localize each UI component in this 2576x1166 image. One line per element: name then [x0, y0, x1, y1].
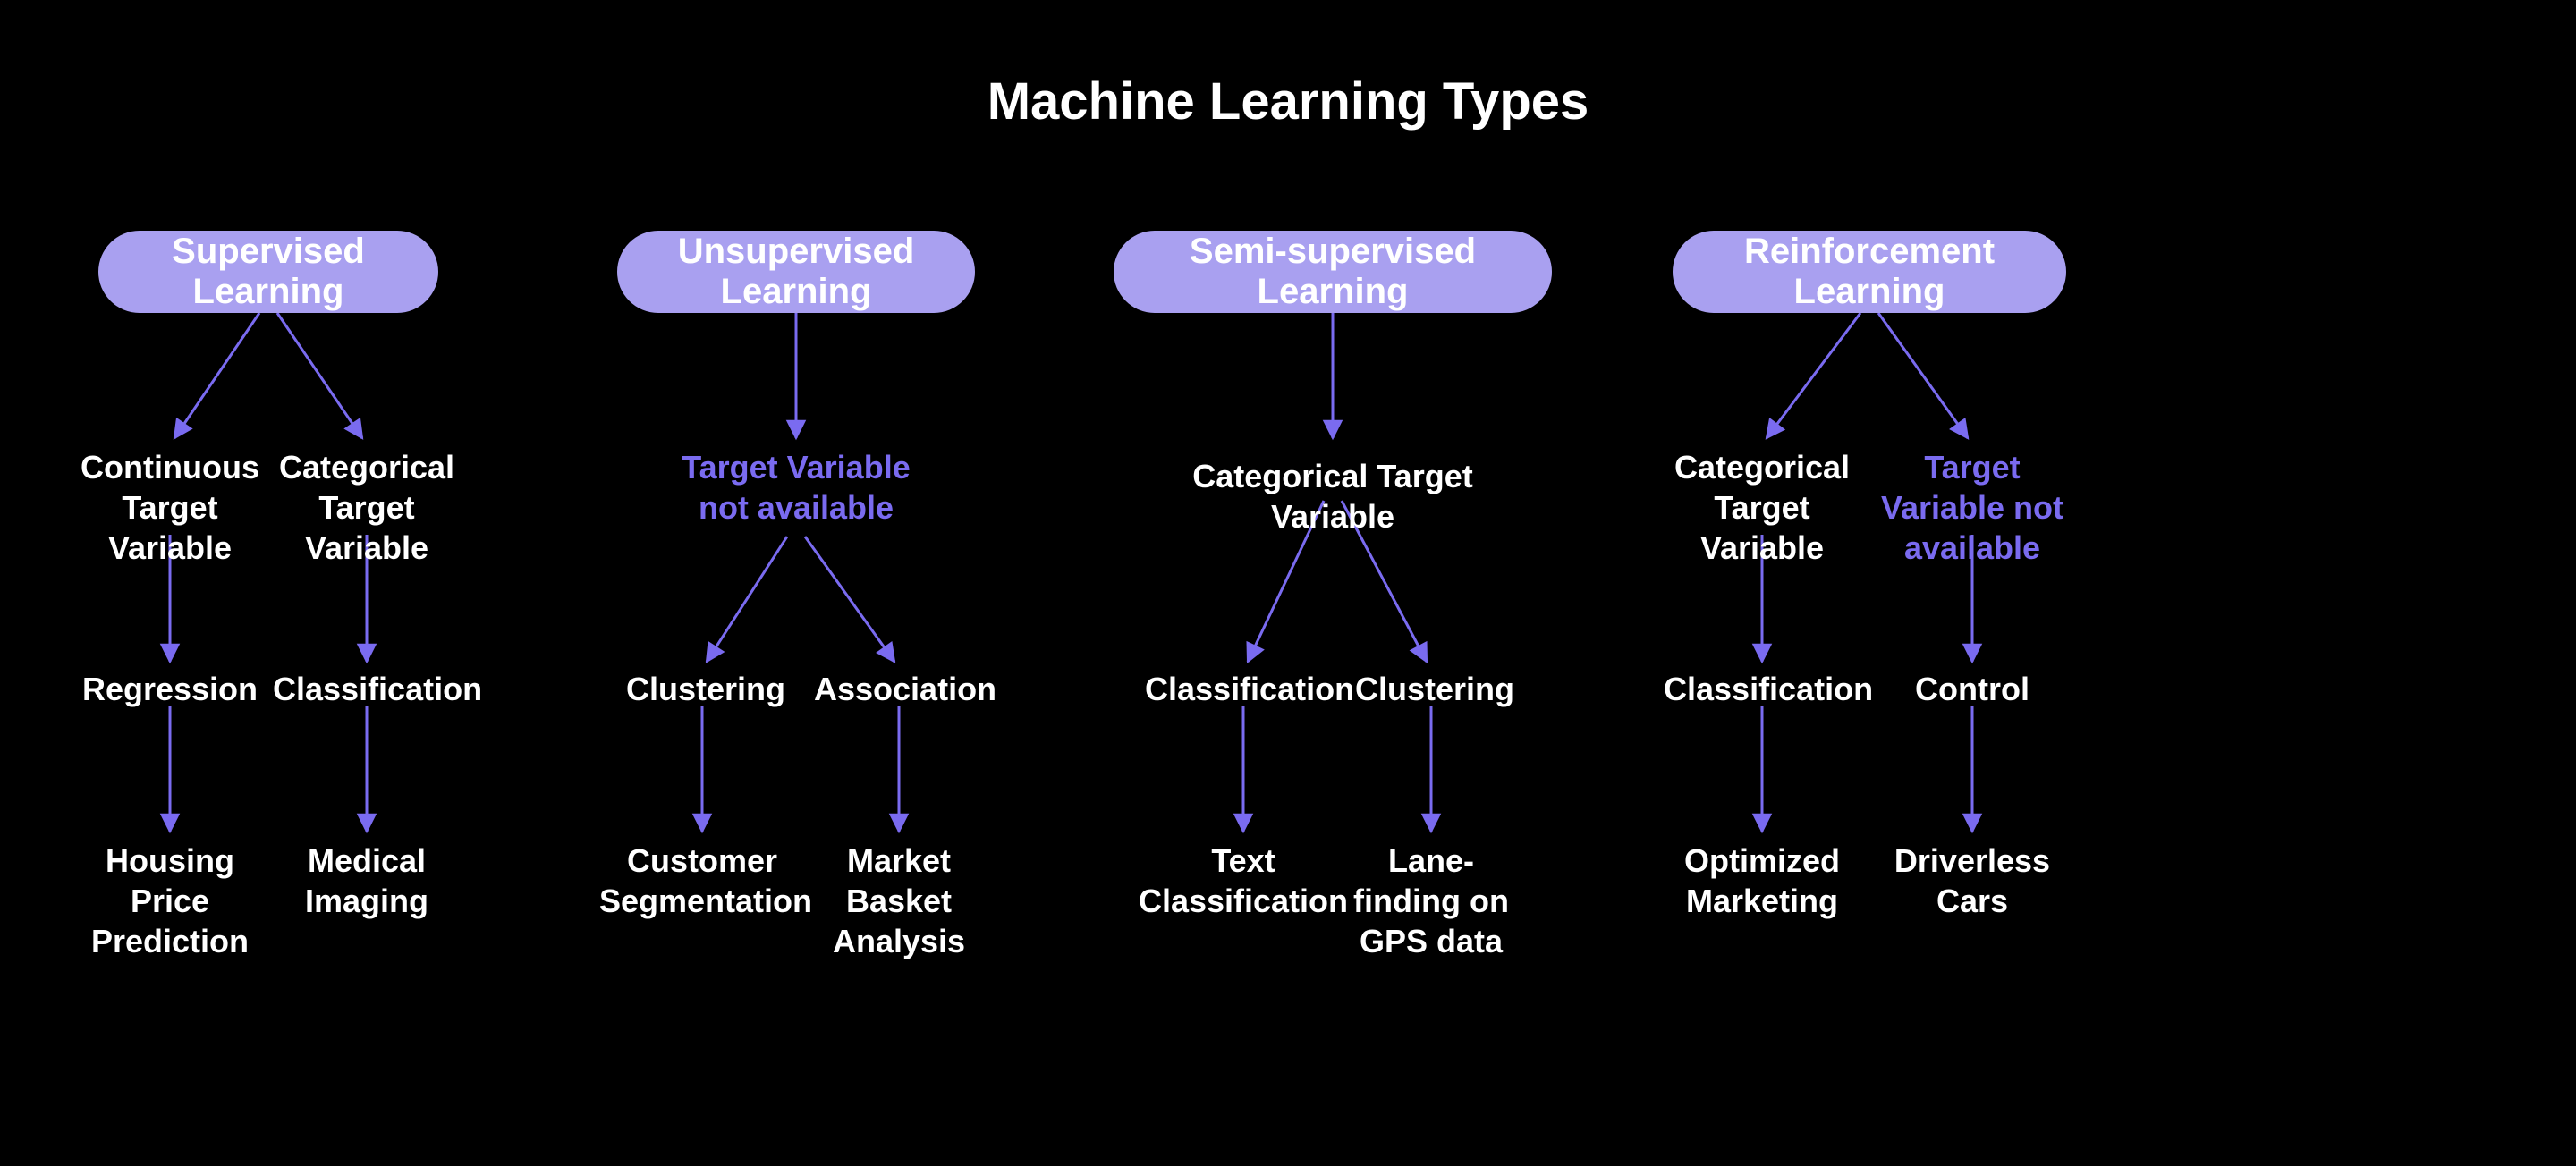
- node-semi-classification: Classification: [1145, 669, 1342, 709]
- node-reinforcement-categorical-target: Categorical Target Variable: [1668, 447, 1856, 568]
- node-reinforcement-control: Control: [1887, 669, 2057, 709]
- node-unsupervised-clustering: Clustering: [626, 669, 778, 709]
- node-reinforcement-marketing-example: Optimized Marketing: [1673, 841, 1852, 921]
- node-unsupervised-target: Target Variable not available: [653, 447, 939, 528]
- node-supervised-regression: Regression: [76, 669, 264, 709]
- node-semi-lane-example: Lane-finding on GPS data: [1337, 841, 1525, 961]
- node-unsupervised-segmentation-example: Customer Segmentation: [599, 841, 805, 921]
- pill-supervised: Supervised Learning: [98, 231, 438, 313]
- diagram-title: Machine Learning Types: [0, 72, 2576, 131]
- connectors: [0, 0, 2576, 1166]
- node-reinforcement-noavail-target: Target Variable not available: [1874, 447, 2071, 568]
- node-reinforcement-classification: Classification: [1664, 669, 1860, 709]
- pill-reinforcement: Reinforcement Learning: [1673, 231, 2066, 313]
- node-unsupervised-basket-example: Market Basket Analysis: [801, 841, 997, 961]
- node-semi-clustering: Clustering: [1355, 669, 1507, 709]
- node-semi-target: Categorical Target Variable: [1154, 456, 1512, 537]
- node-supervised-classification: Classification: [273, 669, 461, 709]
- node-unsupervised-association: Association: [814, 669, 984, 709]
- node-supervised-categorical-target: Categorical Target Variable: [273, 447, 461, 568]
- pill-unsupervised: Unsupervised Learning: [617, 231, 975, 313]
- node-supervised-continuous-target: Continuous Target Variable: [76, 447, 264, 568]
- node-reinforcement-cars-example: Driverless Cars: [1892, 841, 2053, 921]
- node-supervised-medical-example: Medical Imaging: [291, 841, 443, 921]
- node-semi-text-example: Text Classification: [1136, 841, 1351, 921]
- pill-semisupervised: Semi-supervised Learning: [1114, 231, 1552, 313]
- node-supervised-housing-example: Housing Price Prediction: [63, 841, 277, 961]
